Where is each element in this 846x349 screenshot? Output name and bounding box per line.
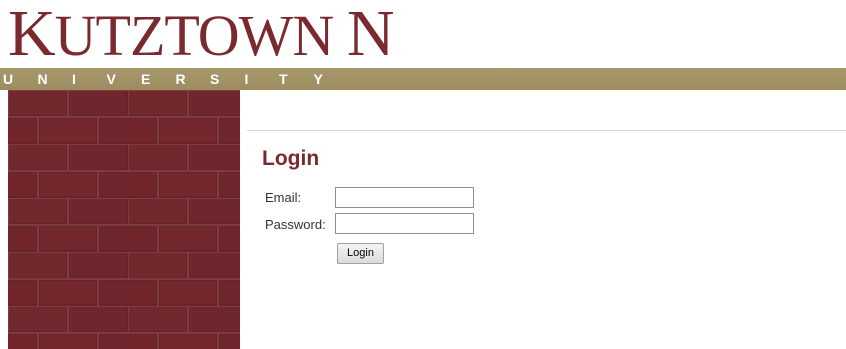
banner-letter: Y [313,71,323,87]
email-label: Email: [265,190,302,205]
banner-letter: R [175,71,186,87]
banner-letter: E [141,71,151,87]
logo-middle-letters: UTZTOWN [54,3,335,68]
email-field[interactable] [335,187,474,208]
kutztown-logo: KUTZTOWN N [8,0,395,70]
logo-first-letter: K [8,0,56,70]
login-page: KUTZTOWN N U N I V E R S I T Y Login Ema… [0,0,846,349]
banner-letter: U [3,71,14,87]
password-field[interactable] [335,213,474,234]
banner-letter: I [244,71,249,87]
login-button[interactable]: Login [337,243,384,264]
banner-letter: T [279,71,288,87]
page-title: Login [262,147,320,170]
banner-letter: S [210,71,220,87]
banner-letter: I [72,71,76,87]
banner-letter: V [106,71,116,87]
brick-wall-image [8,90,240,349]
banner-letters: U N I V E R S I T Y [3,70,348,88]
password-label: Password: [265,217,326,232]
banner-letter: N [37,71,48,87]
university-banner: U N I V E R S I T Y [0,68,846,90]
logo-last-letter: N [346,0,395,70]
header-divider [247,130,846,131]
